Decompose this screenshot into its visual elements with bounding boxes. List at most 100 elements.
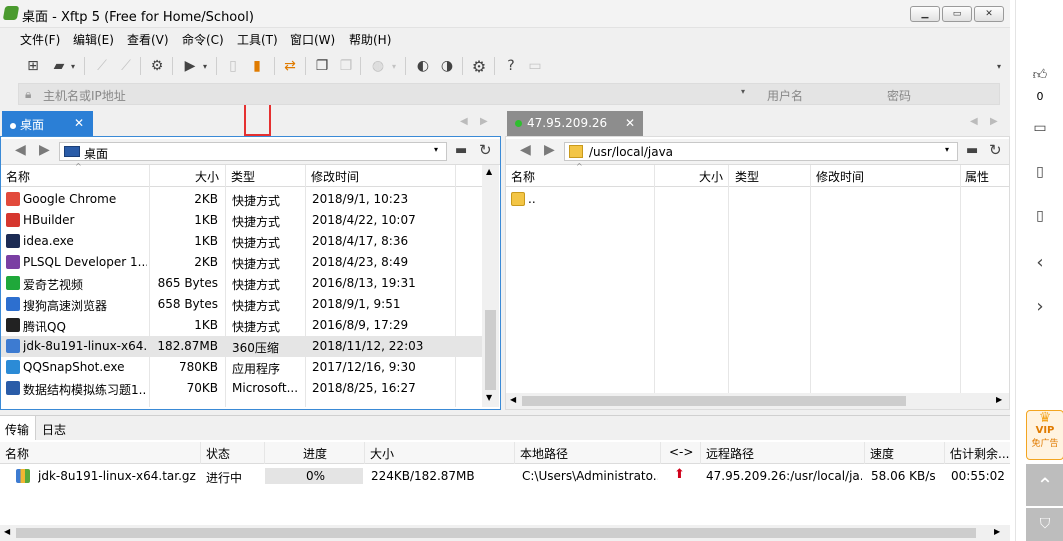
maximize-button[interactable]: ▭ [942,6,972,22]
col-name[interactable]: 名称 [511,168,535,185]
scroll-right-icon[interactable]: ▶ [994,527,1000,536]
phone-icon[interactable]: ▯ [1030,208,1050,228]
col-size[interactable]: 大小 [699,168,723,185]
col-size[interactable]: 大小 [370,445,394,462]
chevron-right-icon[interactable]: › [1030,296,1050,317]
copy-icon[interactable]: ❐ [311,56,333,76]
scroll-top-icon[interactable]: ⌃ [1026,464,1063,506]
password-input[interactable]: 密码 [887,87,911,104]
scroll-thumb[interactable] [485,310,496,390]
col-remote-path[interactable]: 远程路径 [706,445,754,462]
menu-view[interactable]: 查看(V) [127,31,169,48]
vip-badge[interactable]: ♛ VIP 免广告 [1026,410,1063,460]
connect-icon[interactable]: ⟋ [91,56,113,76]
scroll-thumb[interactable] [16,528,976,538]
tab-scroll-right-icon[interactable]: ▶ [990,116,998,127]
list-item[interactable]: 爱奇艺视频 865 Bytes 快捷方式 2016/8/13, 19:31 [1,273,482,294]
scroll-thumb[interactable] [522,396,906,406]
list-item[interactable]: jdk-8u191-linux-x64... 182.87MB 360压缩 2018/… [1,336,482,357]
properties-icon[interactable]: ⚙ [146,56,168,76]
minimize-button[interactable]: ▁ [910,6,940,22]
tab-transfer[interactable]: 传输 [0,416,36,440]
list-item[interactable]: 数据结构模拟练习题1... 70KB Microsoft... 2018/8/25, … [1,378,482,399]
folder-icon[interactable]: ▬ [966,143,978,158]
play-icon[interactable]: ▶ [179,56,201,76]
chevron-left-icon[interactable]: ‹ [1030,252,1050,273]
refresh-icon[interactable]: ↻ [989,141,1002,159]
refresh-icon[interactable]: ↻ [479,141,492,159]
scroll-left-icon[interactable]: ◀ [510,395,516,404]
col-name[interactable]: 名称 [5,445,29,462]
path-dropdown-icon[interactable]: ▾ [434,145,438,154]
remote-path-select[interactable]: /usr/local/java ▾ [564,142,958,161]
globe-dropdown-icon[interactable]: ▾ [389,56,399,76]
document-icon[interactable]: ▯ [222,56,244,76]
back-icon[interactable]: ◀ [520,142,531,158]
col-progress[interactable]: 进度 [303,445,327,462]
thumbs-up-icon[interactable]: 👍︎ [1030,66,1050,86]
tab-scroll-right-icon[interactable]: ▶ [480,116,488,127]
globe-icon[interactable]: ◍ [367,56,389,76]
menu-window[interactable]: 窗口(W) [290,31,335,48]
tab-scroll-left-icon[interactable]: ◀ [970,116,978,127]
list-item[interactable]: Google Chrome 2KB 快捷方式 2018/9/1, 10:23 [1,189,482,210]
col-eta[interactable]: 估计剩余... [950,445,1010,462]
tab-local-desktop[interactable]: 桌面 ✕ [2,111,93,136]
transfer-icon[interactable]: ⇄ [279,56,301,76]
shield-icon[interactable]: ⛉ [1026,508,1063,541]
list-item[interactable]: .. [506,189,654,210]
scroll-down-icon[interactable]: ▼ [486,393,492,402]
forward-icon[interactable]: ▶ [544,142,555,158]
menu-edit[interactable]: 编辑(E) [73,31,114,48]
close-tab-icon[interactable]: ✕ [625,116,635,130]
tab-remote-host[interactable]: 47.95.209.26 ✕ [507,111,643,136]
col-name[interactable]: 名称 [6,168,30,185]
col-modified[interactable]: 修改时间 [311,168,359,185]
col-direction[interactable]: <-> [669,445,693,459]
open-dropdown-icon[interactable]: ▾ [68,56,78,76]
open-folder-icon[interactable]: ▰ [48,56,70,76]
list-item[interactable]: QQSnapShot.exe 780KB 应用程序 2017/12/16, 9:30 [1,357,482,378]
comment-icon[interactable]: ▭ [1030,120,1050,140]
remote-h-scrollbar[interactable]: ◀ ▶ [506,393,1009,409]
new-session-icon[interactable]: ⊞ [22,56,44,76]
new-file-icon[interactable]: ▮ [246,56,268,76]
xshell-icon[interactable]: ◐ [412,56,434,76]
message-icon[interactable]: ▭ [524,56,546,76]
local-scrollbar[interactable]: ▲ ▼ [482,165,499,407]
folder-icon[interactable]: ▬ [455,143,467,158]
col-attributes[interactable]: 属性 [965,168,989,185]
col-type[interactable]: 类型 [735,168,759,185]
username-input[interactable]: 用户名 [767,87,803,104]
scroll-left-icon[interactable]: ◀ [4,527,10,536]
forward-icon[interactable]: ▶ [39,142,50,158]
menu-command[interactable]: 命令(C) [182,31,224,48]
help-icon[interactable]: ? [500,56,522,76]
close-button[interactable]: ✕ [974,6,1004,22]
play-dropdown-icon[interactable]: ▾ [200,56,210,76]
scroll-up-icon[interactable]: ▲ [486,167,492,176]
menu-help[interactable]: 帮助(H) [349,31,391,48]
paste-icon[interactable]: ❐ [335,56,357,76]
settings-gear-icon[interactable]: ⚙ [468,56,490,76]
col-local-path[interactable]: 本地路径 [520,445,568,462]
list-item[interactable]: HBuilder 1KB 快捷方式 2018/4/22, 10:07 [1,210,482,231]
list-item[interactable]: idea.exe 1KB 快捷方式 2018/4/17, 8:36 [1,231,482,252]
table-row[interactable]: jdk-8u191-linux-x64.tar.gz 进行中 0% 224KB/… [0,466,1010,487]
tab-log[interactable]: 日志 [42,421,66,438]
toolbar-overflow-icon[interactable]: ▾ [994,56,1004,76]
col-speed[interactable]: 速度 [870,445,894,462]
disconnect-icon[interactable]: ⟋ [115,56,137,76]
col-size[interactable]: 大小 [195,168,219,185]
host-dropdown-icon[interactable]: ▾ [741,87,745,96]
list-item[interactable]: PLSQL Developer 1... 2KB 快捷方式 2018/4/23, 8:… [1,252,482,273]
bookmark-icon[interactable]: ▯ [1030,164,1050,184]
close-tab-icon[interactable]: ✕ [74,116,84,130]
local-path-select[interactable]: 桌面 ▾ [59,142,447,161]
menu-file[interactable]: 文件(F) [20,31,60,48]
list-item[interactable]: 搜狗高速浏览器 658 Bytes 快捷方式 2018/9/1, 9:51 [1,294,482,315]
col-type[interactable]: 类型 [231,168,255,185]
col-modified[interactable]: 修改时间 [816,168,864,185]
list-item[interactable]: 腾讯QQ 1KB 快捷方式 2016/8/9, 17:29 [1,315,482,336]
tab-scroll-left-icon[interactable]: ◀ [460,116,468,127]
